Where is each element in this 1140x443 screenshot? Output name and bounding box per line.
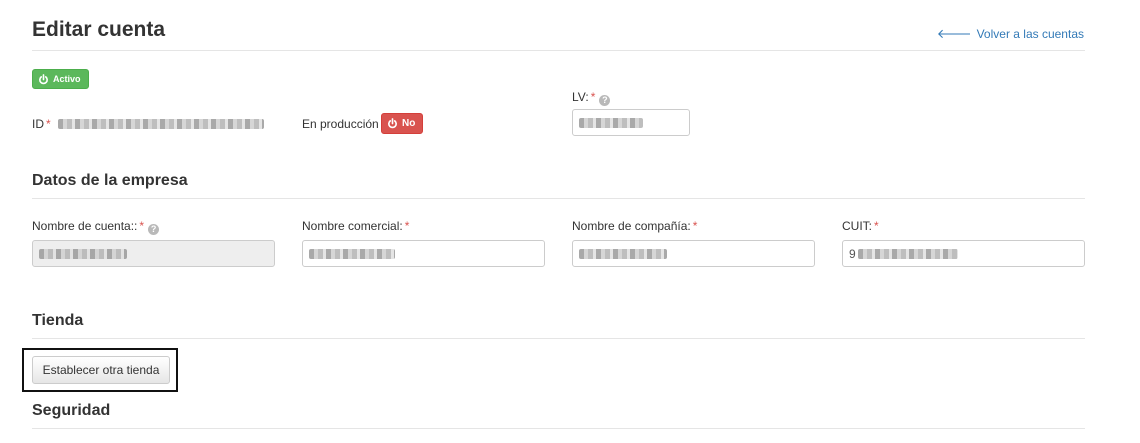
cuit-label: CUIT: (842, 219, 872, 233)
account-name-label: Nombre de cuenta:: (32, 219, 138, 233)
company-section-title: Datos de la empresa (32, 172, 188, 189)
commercial-name-field-label: Nombre comercial: * (302, 219, 409, 233)
security-section-title: Seguridad (32, 402, 111, 419)
required-mark: * (139, 219, 145, 233)
help-icon[interactable]: ? (148, 224, 160, 235)
security-divider (32, 428, 1085, 429)
account-name-input (32, 240, 275, 267)
cuit-field-label: CUIT: * (842, 219, 879, 233)
back-to-accounts-link[interactable]: 🡐 Volver a las cuentas (937, 27, 1084, 41)
back-link-label: Volver a las cuentas (976, 27, 1084, 41)
store-divider (32, 338, 1085, 339)
store-section-title: Tienda (32, 312, 84, 329)
commercial-name-input[interactable] (302, 240, 545, 267)
company-name-input[interactable] (572, 240, 815, 267)
account-name-field-label: Nombre de cuenta:: *? (32, 219, 160, 235)
company-divider (32, 198, 1085, 199)
cuit-value-redacted (857, 248, 958, 259)
active-label: Activo (53, 74, 81, 84)
power-icon (388, 118, 397, 129)
lv-field-label: LV: *? (572, 90, 611, 106)
account-name-value-redacted (39, 248, 127, 259)
required-mark: * (692, 219, 698, 233)
cuit-input[interactable]: 9 (842, 240, 1085, 267)
page-title: Editar cuenta (32, 18, 166, 41)
header-divider (32, 50, 1085, 51)
id-value-redacted (58, 119, 265, 129)
help-icon[interactable]: ? (599, 95, 611, 106)
company-name-value-redacted (579, 248, 667, 259)
required-mark: * (404, 219, 410, 233)
cuit-prefix: 9 (849, 246, 856, 261)
set-other-store-button[interactable]: Establecer otra tienda (32, 356, 170, 384)
id-field: ID * (32, 117, 265, 131)
production-value: No (402, 118, 416, 129)
lv-label: LV: (572, 90, 589, 104)
production-toggle-button[interactable]: No (381, 113, 424, 134)
company-name-field-label: Nombre de compañía: * (572, 219, 697, 233)
required-mark: * (590, 90, 596, 104)
lv-value-redacted (579, 117, 643, 128)
required-mark: * (874, 219, 879, 233)
production-label: En producción (302, 117, 379, 131)
company-name-label: Nombre de compañía: (572, 219, 691, 233)
id-label: ID (32, 117, 44, 131)
commercial-name-value-redacted (309, 248, 395, 259)
arrow-left-icon: 🡐 (936, 26, 972, 41)
required-mark: * (46, 117, 51, 131)
commercial-name-label: Nombre comercial: (302, 219, 403, 233)
active-toggle-button[interactable]: Activo (32, 69, 89, 89)
lv-input[interactable] (572, 109, 690, 136)
power-icon (39, 73, 48, 84)
